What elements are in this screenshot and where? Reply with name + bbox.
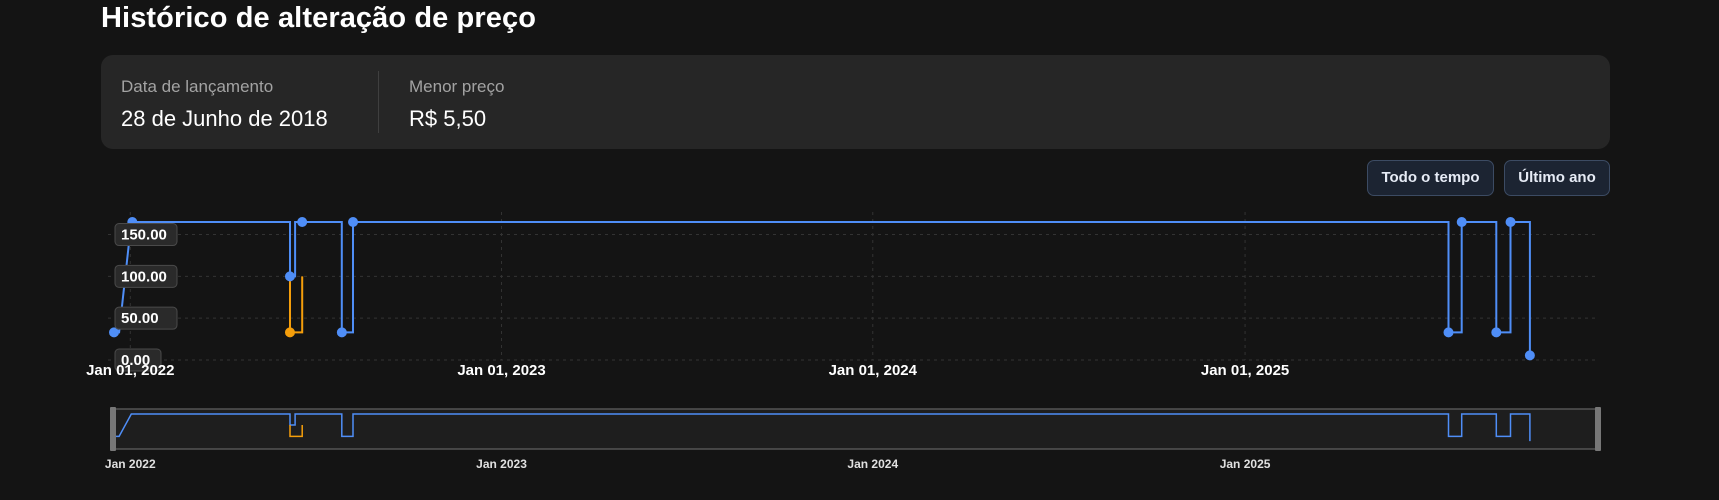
x-tick-label: Jan 01, 2024 [829,362,918,379]
series-line-1 [114,221,1531,356]
x-tick-label: Jan 01, 2022 [86,362,174,379]
data-point [1491,327,1502,338]
navigator-frame [111,408,1600,450]
range-navigator[interactable] [110,407,1601,451]
series-line-2 [289,276,304,334]
y-tick-label: 50.00 [114,306,178,330]
navigator-tick-label: Jan 2025 [1220,457,1271,471]
data-point [1456,217,1467,227]
navigator-tick-label: Jan 2023 [476,457,527,471]
data-point [284,271,295,282]
data-point [1524,350,1535,361]
x-tick-label: Jan 01, 2023 [457,362,545,379]
y-tick-text: 50.00 [121,310,159,327]
y-tick-label: 100.00 [114,264,178,288]
x-tick-label: Jan 01, 2025 [1201,362,1289,379]
data-point [284,327,295,338]
navigator-tick-label: Jan 2024 [847,457,898,471]
y-tick-text: 100.00 [121,268,167,285]
data-point [1505,217,1516,227]
data-point [336,327,347,338]
navigator-tick-label: Jan 2022 [105,457,156,471]
navigator-handle-left[interactable] [110,407,116,451]
price-history-chart[interactable]: 0.0050.00100.00150.00Jan 01, 2022 Jan 01,… [0,0,1719,500]
data-point [348,217,359,227]
data-point [297,217,308,227]
y-tick-label: 150.00 [114,223,178,247]
navigator-handle-right[interactable] [1595,407,1601,451]
y-tick-text: 150.00 [121,227,167,244]
data-point [1443,327,1454,338]
